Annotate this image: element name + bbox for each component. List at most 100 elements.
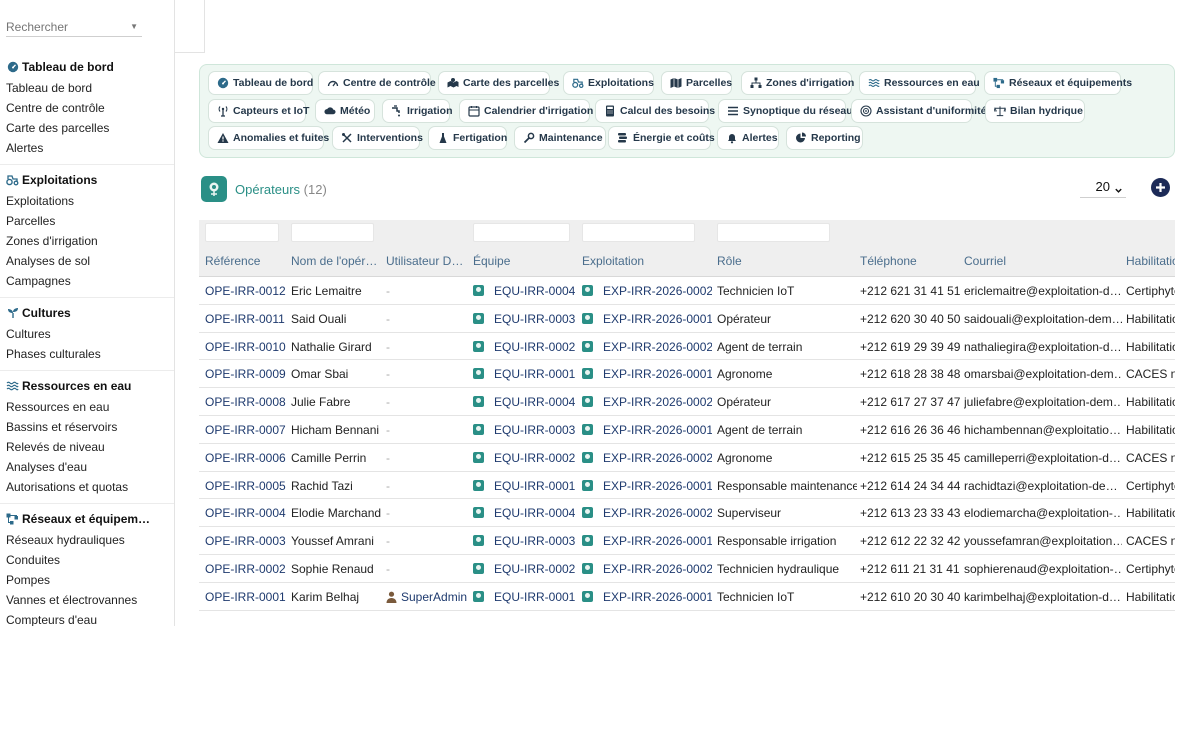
sidebar-item[interactable]: Campagnes [0, 271, 174, 291]
farm-link[interactable]: EXP-IRR-2026-0002 [582, 340, 712, 354]
sidebar-item[interactable]: Autorisations et quotas [0, 477, 174, 497]
farm-link[interactable]: EXP-IRR-2026-0002 [582, 451, 712, 465]
filter-reference-input[interactable] [205, 223, 279, 242]
sidebar-item[interactable]: Analyses de sol [0, 251, 174, 271]
farm-link[interactable]: EXP-IRR-2026-0001 [582, 534, 712, 548]
column-header[interactable]: Nom de l'opér… [291, 254, 383, 268]
sidebar-item[interactable]: Pompes [0, 570, 174, 590]
sidebar-item[interactable]: Carte des parcelles [0, 118, 174, 138]
sidebar-item[interactable]: Analyses d'eau [0, 457, 174, 477]
column-header[interactable]: Équipe [473, 254, 578, 268]
table-row[interactable]: OPE-IRR-0012 Eric Lemaitre - EQU-IRR-0004 EX… [199, 277, 1175, 305]
farm-link[interactable]: EXP-IRR-2026-0001 [582, 312, 712, 326]
table-row[interactable]: OPE-IRR-0011 Said Ouali - EQU-IRR-0003 EXP-I… [199, 305, 1175, 333]
quick-nav-chip[interactable]: Capteurs et IoT [208, 99, 309, 123]
column-header[interactable]: Utilisateur D… [386, 254, 470, 268]
column-header[interactable]: Exploitation [582, 254, 712, 268]
table-row[interactable]: OPE-IRR-0005 Rachid Tazi - EQU-IRR-0001 EXP-… [199, 472, 1175, 500]
quick-nav-chip[interactable]: Reporting [786, 126, 863, 150]
quick-nav-chip[interactable]: Assistant d'uniformité [851, 99, 986, 123]
table-row[interactable]: OPE-IRR-0003 Youssef Amrani - EQU-IRR-0003 E… [199, 527, 1175, 555]
quick-nav-chip[interactable]: Maintenance [514, 126, 606, 150]
sidebar-item[interactable]: Ressources en eau [0, 397, 174, 417]
quick-nav-chip[interactable]: Calcul des besoins [595, 99, 715, 123]
table-row[interactable]: OPE-IRR-0001 Karim Belhaj SuperAdmin EQU-IR… [199, 583, 1175, 611]
quick-nav-chip[interactable]: Ressources en eau [859, 71, 980, 95]
operator-reference-link[interactable]: OPE-IRR-0004 [205, 506, 289, 520]
farm-link[interactable]: EXP-IRR-2026-0002 [582, 284, 712, 298]
nav-section-header[interactable]: Tableau de bord [0, 56, 174, 78]
table-row[interactable]: OPE-IRR-0009 Omar Sbai - EQU-IRR-0001 EXP-IR… [199, 360, 1175, 389]
operator-reference-link[interactable]: OPE-IRR-0012 [205, 284, 289, 298]
sidebar-item[interactable]: Alertes [0, 138, 174, 158]
team-link[interactable]: EQU-IRR-0004 [473, 395, 578, 409]
filter-farm-input[interactable] [582, 223, 695, 242]
farm-link[interactable]: EXP-IRR-2026-0001 [582, 367, 712, 381]
quick-nav-chip[interactable]: Carte des parcelles [438, 71, 559, 95]
user-link[interactable]: SuperAdmin [386, 590, 470, 606]
operator-reference-link[interactable]: OPE-IRR-0006 [205, 451, 289, 465]
farm-link[interactable]: EXP-IRR-2026-0001 [582, 479, 712, 493]
quick-nav-chip[interactable]: Anomalies et fuites [208, 126, 329, 150]
team-link[interactable]: EQU-IRR-0001 [473, 479, 578, 493]
operator-reference-link[interactable]: OPE-IRR-0009 [205, 367, 289, 381]
table-row[interactable]: OPE-IRR-0008 Julie Fabre - EQU-IRR-0004 EXP-… [199, 388, 1175, 416]
operator-reference-link[interactable]: OPE-IRR-0005 [205, 479, 289, 493]
team-link[interactable]: EQU-IRR-0002 [473, 451, 578, 465]
column-header[interactable]: Référence [205, 254, 289, 268]
quick-nav-chip[interactable]: Centre de contrôle [318, 71, 436, 95]
sidebar-item[interactable]: Bassins et réservoirs [0, 417, 174, 437]
farm-link[interactable]: EXP-IRR-2026-0002 [582, 506, 712, 520]
team-link[interactable]: EQU-IRR-0003 [473, 423, 578, 437]
team-link[interactable]: EQU-IRR-0001 [473, 590, 578, 604]
team-link[interactable]: EQU-IRR-0004 [473, 506, 578, 520]
team-link[interactable]: EQU-IRR-0002 [473, 562, 578, 576]
filter-role-input[interactable] [717, 223, 830, 242]
sidebar-item[interactable]: Phases culturales [0, 344, 174, 364]
quick-nav-chip[interactable]: Réseaux et équipements [984, 71, 1132, 95]
quick-nav-chip[interactable]: Exploitations [563, 71, 654, 95]
sidebar-item[interactable]: Zones d'irrigation [0, 231, 174, 251]
quick-nav-chip[interactable]: Irrigation [382, 99, 453, 123]
sidebar-item[interactable]: Exploitations [0, 191, 174, 211]
operator-reference-link[interactable]: OPE-IRR-0002 [205, 562, 289, 576]
table-row[interactable]: OPE-IRR-0004 Elodie Marchand - EQU-IRR-0004… [199, 499, 1175, 528]
column-header[interactable]: Téléphone [860, 254, 960, 268]
sidebar-item[interactable]: Conduites [0, 550, 174, 570]
nav-section-header[interactable]: Réseaux et équipem… [0, 508, 174, 530]
column-header[interactable]: Courriel [964, 254, 1122, 268]
quick-nav-chip[interactable]: Météo [315, 99, 375, 123]
farm-link[interactable]: EXP-IRR-2026-0002 [582, 395, 712, 409]
sidebar-item[interactable]: Parcelles [0, 211, 174, 231]
search-input[interactable] [6, 17, 124, 34]
quick-nav-chip[interactable]: Interventions [332, 126, 423, 150]
column-header[interactable]: Rôle [717, 254, 857, 268]
sidebar-item[interactable]: Cultures [0, 324, 174, 344]
team-link[interactable]: EQU-IRR-0004 [473, 284, 578, 298]
operator-reference-link[interactable]: OPE-IRR-0003 [205, 534, 289, 548]
column-header[interactable]: Habilitatio [1126, 254, 1175, 268]
nav-section-header[interactable]: Cultures [0, 302, 174, 324]
sidebar-item[interactable]: Vannes et électrovannes [0, 590, 174, 610]
operator-reference-link[interactable]: OPE-IRR-0007 [205, 423, 289, 437]
farm-link[interactable]: EXP-IRR-2026-0001 [582, 423, 712, 437]
table-row[interactable]: OPE-IRR-0007 Hicham Bennani - EQU-IRR-0003 E… [199, 416, 1175, 444]
table-row[interactable]: OPE-IRR-0006 Camille Perrin - EQU-IRR-0002 E… [199, 444, 1175, 472]
quick-nav-chip[interactable]: Calendrier d'irrigation [459, 99, 593, 123]
quick-nav-chip[interactable]: Parcelles [661, 71, 732, 95]
team-link[interactable]: EQU-IRR-0003 [473, 312, 578, 326]
quick-nav-chip[interactable]: Tableau de bord [208, 71, 313, 95]
quick-nav-chip[interactable]: Bilan hydrique [985, 99, 1085, 123]
operator-reference-link[interactable]: OPE-IRR-0001 [205, 590, 289, 604]
sidebar-item[interactable]: Relevés de niveau [0, 437, 174, 457]
team-link[interactable]: EQU-IRR-0001 [473, 367, 578, 381]
sidebar-item[interactable]: Tableau de bord [0, 78, 174, 98]
quick-nav-chip[interactable]: Énergie et coûts [608, 126, 715, 150]
nav-section-header[interactable]: Ressources en eau [0, 375, 174, 397]
quick-nav-chip[interactable]: Synoptique du réseau [718, 99, 853, 123]
farm-link[interactable]: EXP-IRR-2026-0001 [582, 590, 712, 604]
search-select[interactable]: ▼ [6, 17, 142, 37]
operator-reference-link[interactable]: OPE-IRR-0011 [205, 312, 289, 326]
filter-team-input[interactable] [473, 223, 570, 242]
table-row[interactable]: OPE-IRR-0010 Nathalie Girard - EQU-IRR-0002… [199, 333, 1175, 361]
